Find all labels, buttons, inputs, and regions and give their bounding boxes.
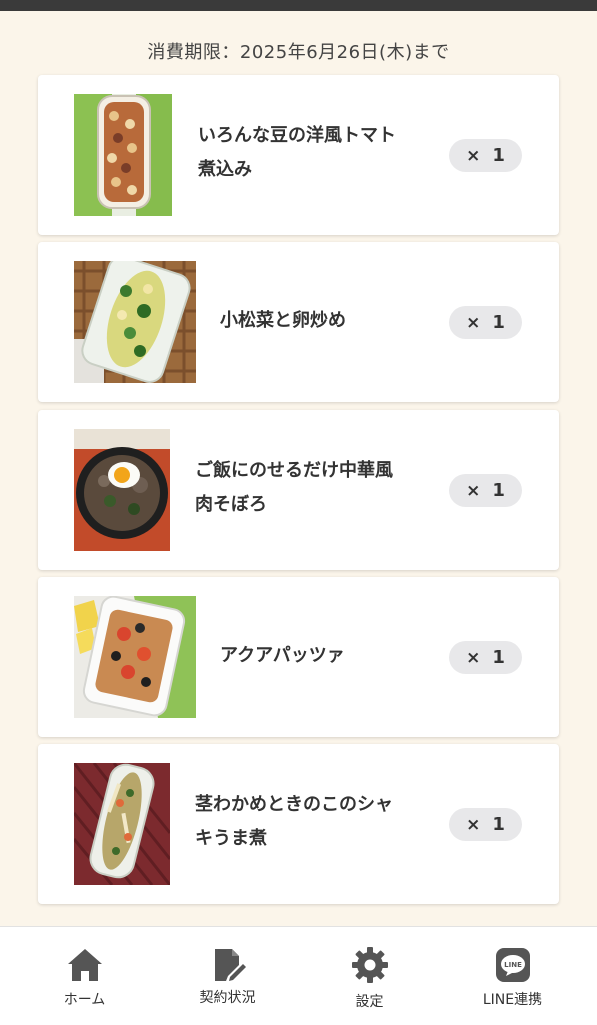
tab-settings[interactable]: 設定 [295,927,444,1025]
meal-card[interactable]: 小松菜と卵炒め × 1 [38,242,559,402]
tab-label: 設定 [355,994,384,1010]
bottom-tab-bar: ホーム 契約状況 設定 LINE LINE連携 [0,926,597,1025]
meal-card[interactable]: いろんな豆の洋風トマト 煮込み × 1 [38,75,559,235]
line-icon: LINE [493,945,533,985]
quantity-badge: × 1 [449,306,522,339]
meal-photo [74,261,196,383]
tab-label: ホーム [63,992,106,1008]
meal-name: アクアパッツァ [220,645,345,666]
meal-photo [74,763,170,885]
gear-icon [350,945,390,985]
quantity-badge: × 1 [449,474,522,507]
tab-contract[interactable]: 契約状況 [153,927,302,1025]
expiry-date-label: 消費期限：2025年6月26日(木)まで [147,42,450,63]
svg-text:LINE: LINE [504,961,522,969]
contract-icon [208,945,248,985]
tab-label: LINE連携 [482,992,543,1008]
meal-name: 小松菜と卵炒め [220,310,346,331]
home-icon [65,945,105,985]
status-bar [0,0,597,11]
meal-name: ご飯にのせるだけ中華風 肉そぼろ [195,460,393,515]
meal-card[interactable]: 茎わかめときのこのシャ キうま煮 × 1 [38,744,559,904]
meal-name: いろんな豆の洋風トマト 煮込み [198,125,396,180]
tab-home[interactable]: ホーム [10,927,159,1025]
quantity-badge: × 1 [449,139,522,172]
meal-photo [74,94,172,216]
meal-card[interactable]: アクアパッツァ × 1 [38,577,559,737]
tab-line-link[interactable]: LINE LINE連携 [438,927,587,1025]
quantity-badge: × 1 [449,641,522,674]
meal-card[interactable]: ご飯にのせるだけ中華風 肉そぼろ × 1 [38,410,559,570]
meal-photo [74,429,170,551]
meal-photo [74,596,196,718]
meal-name: 茎わかめときのこのシャ キうま煮 [195,794,393,849]
tab-label: 契約状況 [199,990,256,1006]
quantity-badge: × 1 [449,808,522,841]
